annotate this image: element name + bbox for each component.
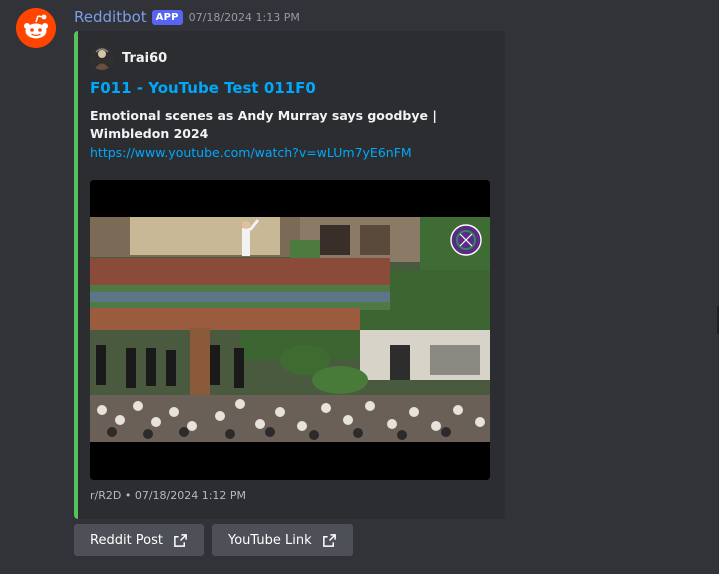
embed-author-name[interactable]: Trai60 — [122, 51, 167, 66]
external-link-icon — [173, 533, 188, 548]
youtube-link-button[interactable]: YouTube Link — [212, 524, 353, 556]
embed-footer: r/R2D • 07/18/2024 1:12 PM — [90, 489, 247, 502]
chat-message: Redditbot APP 07/18/2024 1:13 PM Trai60 … — [0, 0, 719, 574]
reddit-post-button-label: Reddit Post — [90, 532, 163, 548]
username[interactable]: Redditbot — [74, 8, 147, 26]
embed-description: Emotional scenes as Andy Murray says goo… — [90, 107, 490, 162]
reddit-snoo-icon[interactable] — [16, 8, 56, 48]
message-header: Redditbot APP 07/18/2024 1:13 PM — [74, 7, 300, 27]
embed-title-link[interactable]: F011 - YouTube Test 011F0 — [90, 79, 316, 97]
wimbledon-crowd-photo[interactable] — [90, 180, 490, 480]
embed-author: Trai60 — [90, 46, 167, 70]
link-buttons: Reddit Post YouTube Link — [74, 524, 353, 556]
reddit-post-button[interactable]: Reddit Post — [74, 524, 204, 556]
video-title: Emotional scenes as Andy Murray says goo… — [90, 108, 437, 141]
rich-embed: Trai60 F011 - YouTube Test 011F0 Emotion… — [74, 31, 505, 519]
youtube-link-button-label: YouTube Link — [228, 532, 312, 548]
user-avatar-icon — [90, 46, 114, 70]
app-badge: APP — [151, 9, 183, 25]
video-url-link[interactable]: https://www.youtube.com/watch?v=wLUm7yE6… — [90, 144, 490, 162]
external-link-icon — [322, 533, 337, 548]
photo-content — [90, 217, 490, 442]
message-timestamp: 07/18/2024 1:13 PM — [188, 10, 300, 24]
